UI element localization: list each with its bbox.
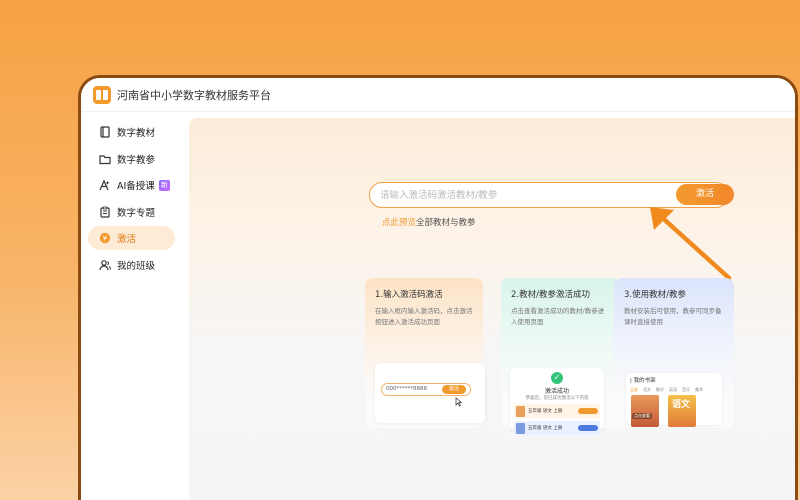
book-thumb: [516, 422, 525, 434]
mock-success-title: 激活成功: [544, 388, 569, 395]
sidebar-item-label: 数字教参: [117, 154, 156, 166]
sidebar-item-activate[interactable]: ¥ 激活: [88, 226, 175, 250]
sidebar-item-label: 数字教材: [117, 128, 156, 139]
mock-tab: 语文: [643, 387, 651, 392]
mock-cover-title: 语文: [672, 400, 691, 410]
cursor-icon: [455, 397, 463, 407]
pointer-arrow-icon: [650, 207, 732, 281]
book-icon: [98, 126, 111, 139]
mock-book-row: 五年级 语文 上册: [514, 421, 600, 435]
mock-code-field: 000******8888 激活: [381, 383, 471, 396]
app-window: 河南省中小学数字教材服务平台 数字教材 数字教参 AI备授课 新 数字专题 ¥ …: [78, 75, 798, 500]
step-title: 3.使用教材/教参: [624, 290, 686, 300]
mock-success-panel: ✓ 激活成功 恭喜您，您已成功激活以下内容 五年级 语文 上册 五年级 语文 上…: [510, 368, 604, 435]
svg-text:¥: ¥: [102, 234, 107, 242]
step-desc: 点击查看激活成功的教材/教参进入使用页面: [511, 307, 605, 326]
mock-tab: 数学: [656, 387, 664, 392]
mock-tab: 全部: [630, 387, 638, 392]
mock-tab: 英语: [669, 387, 677, 392]
mock-activate-button: 激活: [442, 385, 466, 394]
mock-shelf-title: | 我的书架: [630, 378, 656, 384]
mock-view-button: [578, 408, 598, 414]
preview-link[interactable]: 点此预览: [382, 218, 416, 228]
app-logo-icon: [93, 85, 111, 104]
mock-code-text: 000******8888: [386, 386, 427, 392]
step-title: 1.输入激活码激活: [375, 290, 443, 300]
folder-icon: [98, 152, 111, 165]
step-desc: 在输入框内输入激活码，点击激活按钮进入激活成功页面: [375, 307, 473, 326]
step-title: 2.教材/教参激活成功: [511, 290, 590, 300]
title-bar: 河南省中小学数字教材服务平台: [81, 78, 795, 112]
mock-cover-label: 点击查看: [632, 413, 652, 419]
activation-code-input[interactable]: [370, 189, 728, 201]
sidebar-item-label: 激活: [117, 234, 137, 245]
sidebar-item-digital-reference[interactable]: 数字教参: [88, 147, 175, 171]
mock-tab: 音乐: [682, 387, 690, 392]
mock-tab: 美术: [695, 387, 703, 392]
sidebar-item-ai-lesson[interactable]: AI备授课 新: [88, 173, 175, 197]
sidebar-item-digital-topic[interactable]: 数字专题: [88, 200, 175, 224]
preview-line: 点此预览全部教材与教参: [382, 216, 476, 228]
sidebar: 数字教材 数字教参 AI备授课 新 数字专题 ¥ 激活 我的班级: [81, 112, 183, 500]
ai-icon: [98, 179, 111, 192]
users-icon: [98, 258, 111, 271]
main-content: 激活 点此预览全部教材与教参 1.输入激活码激活 在输入框内输入激活码，点击激活…: [189, 118, 795, 500]
activate-button[interactable]: 激活: [676, 184, 734, 205]
mock-view-button: [578, 425, 598, 431]
preview-text: 全部教材与教参: [416, 218, 476, 228]
sidebar-item-my-class[interactable]: 我的班级: [88, 253, 175, 277]
check-icon: ✓: [551, 372, 563, 384]
mock-shelf-tabs: 全部 语文 数学 英语 音乐 美术: [630, 387, 718, 393]
mock-book-title: 五年级 语文 上册: [528, 409, 563, 414]
sidebar-item-label: 数字专题: [117, 207, 156, 219]
sidebar-item-label: 我的班级: [117, 260, 156, 272]
sidebar-item-digital-textbook[interactable]: 数字教材: [88, 120, 175, 144]
mock-activation-input: 000******8888 激活: [375, 363, 485, 423]
new-badge: 新: [158, 179, 170, 191]
mock-book-row: 五年级 语文 上册: [514, 404, 600, 418]
book-thumb: [516, 405, 525, 417]
mock-bookshelf: | 我的书架 全部 语文 数学 英语 音乐 美术 点击查看 语文: [626, 373, 722, 427]
sidebar-item-label: AI备授课: [117, 181, 155, 192]
step-desc: 教材安装后可使用，教参可同步备课时直接使用: [624, 307, 722, 326]
mock-success-subtitle: 恭喜您，您已成功激活以下内容: [525, 396, 589, 401]
mock-book-cover: [631, 395, 659, 427]
clipboard-icon: [98, 205, 111, 218]
app-title: 河南省中小学数字教材服务平台: [117, 88, 271, 102]
coin-icon: ¥: [98, 232, 111, 245]
mock-book-title: 五年级 语文 上册: [528, 426, 563, 431]
